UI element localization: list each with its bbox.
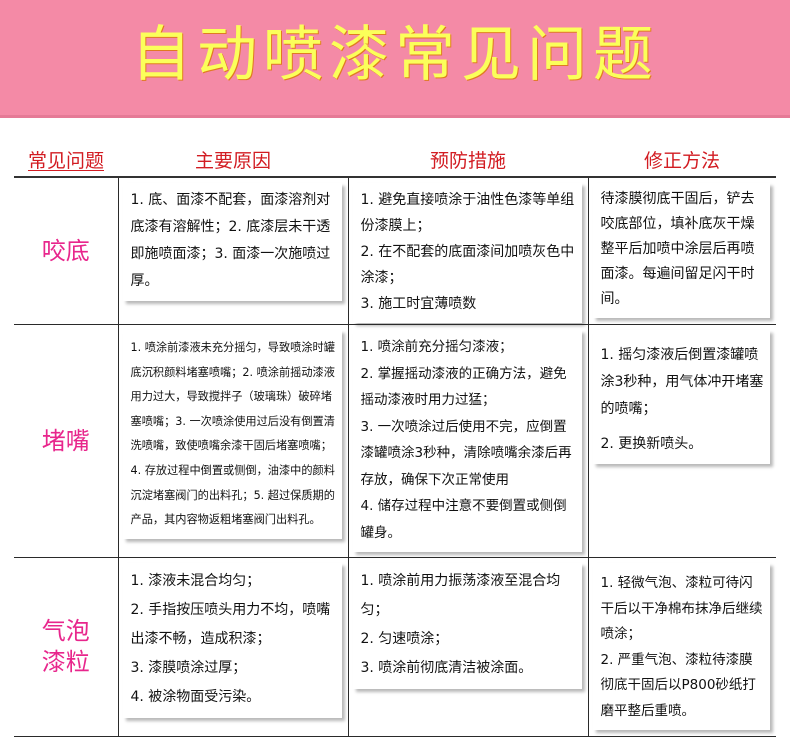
cause-line: 3. 漆膜喷涂过厚；	[130, 660, 247, 676]
cause-cell: 1. 喷涂前漆液未充分摇匀，导致喷涂时罐底沉积颜料堵塞喷嘴；2. 喷涂前摇动漆液…	[117, 324, 349, 558]
fix-line: 1. 摇匀漆液后倒置漆罐喷涂3秒种，用气体冲开堵塞的喷嘴；	[600, 347, 764, 417]
table-row-biting: 咬底 1. 底、面漆不配套，面漆溶剂对底漆有溶解性；2. 底漆层未干透即施喷面漆…	[14, 176, 776, 325]
prevention-line: 3. 一次喷涂过后使用不完，应倒置漆罐喷涂3秒种，清除喷嘴余漆后再存放，确保下次…	[360, 418, 572, 488]
prevention-cell: 1. 喷涂前用力振荡漆液至混合均匀； 2. 匀速喷涂； 3. 喷涂前彻底清洁被涂…	[347, 557, 589, 737]
prevention-line: 1. 喷涂前用力振荡漆液至混合均匀；	[360, 573, 561, 618]
table-row-bubbles: 气泡漆粒 1. 漆液未混合均匀； 2. 手指按压喷头用力不均，喷嘴出漆不畅，造成…	[14, 557, 776, 737]
cause-line: 1. 漆液未混合均匀；	[130, 573, 261, 589]
fix-line: 2. 严重气泡、漆粒待漆膜彻底干固后以P800砂纸打磨平整后重喷。	[600, 651, 756, 719]
faq-table: 常见问题 主要原因 预防措施 修正方法 咬底 1. 底、面漆不配套，面漆溶剂对底…	[14, 142, 776, 737]
cause-cell: 1. 底、面漆不配套，面漆溶剂对底漆有溶解性；2. 底漆层未干透即施喷面漆；3.…	[117, 176, 349, 325]
cause-line: 2. 手指按压喷头用力不均，喷嘴出漆不畅，造成积漆；	[130, 602, 331, 647]
cause-box: 1. 底、面漆不配套，面漆溶剂对底漆有溶解性；2. 底漆层未干透即施喷面漆；3.…	[122, 183, 342, 301]
fix-box: 待漆膜彻底干固后，铲去咬底部位，填补底灰干燥整平后加喷中涂层后再喷面漆。每遍间留…	[592, 183, 770, 318]
fix-line: 1. 轻微气泡、漆粒可待闪干后以干净棉布抹净后继续喷涂；	[600, 575, 763, 642]
cause-cell: 1. 漆液未混合均匀； 2. 手指按压喷头用力不均，喷嘴出漆不畅，造成积漆； 3…	[117, 557, 349, 737]
header-problem: 常见问题	[14, 142, 118, 178]
fix-box: 1. 摇匀漆液后倒置漆罐喷涂3秒种，用气体冲开堵塞的喷嘴； 2. 更换新喷头。	[592, 330, 770, 464]
prevention-line: 2. 在不配套的底面漆间加喷灰色中涂漆；	[360, 244, 575, 286]
prevention-box: 1. 喷涂前充分摇匀漆液； 2. 掌握摇动漆液的正确方法，避免摇动漆液时用力过猛…	[352, 330, 582, 552]
fix-cell: 1. 摇匀漆液后倒置漆罐喷涂3秒种，用气体冲开堵塞的喷嘴； 2. 更换新喷头。	[587, 324, 776, 558]
fix-cell: 1. 轻微气泡、漆粒可待闪干后以干净棉布抹净后继续喷涂； 2. 严重气泡、漆粒待…	[587, 557, 776, 737]
prevention-cell: 1. 避免直接喷涂于油性色漆等单组份漆膜上； 2. 在不配套的底面漆间加喷灰色中…	[347, 176, 589, 325]
problem-cell: 堵嘴	[14, 324, 119, 558]
fix-box: 1. 轻微气泡、漆粒可待闪干后以干净棉布抹净后继续喷涂； 2. 严重气泡、漆粒待…	[592, 563, 770, 730]
cause-text: 1. 底、面漆不配套，面漆溶剂对底漆有溶解性；2. 底漆层未干透即施喷面漆；3.…	[130, 192, 331, 289]
prevention-line: 1. 避免直接喷涂于油性色漆等单组份漆膜上；	[360, 192, 575, 234]
prevention-box: 1. 喷涂前用力振荡漆液至混合均匀； 2. 匀速喷涂； 3. 喷涂前彻底清洁被涂…	[352, 563, 582, 689]
problem-cell: 气泡漆粒	[14, 557, 119, 737]
prevention-line: 1. 喷涂前充分摇匀漆液；	[360, 339, 513, 355]
cause-box: 1. 喷涂前漆液未充分摇匀，导致喷涂时罐底沉积颜料堵塞喷嘴；2. 喷涂前摇动漆液…	[122, 330, 342, 539]
prevention-line: 3. 施工时宜薄喷数	[360, 296, 477, 312]
table-header-row: 常见问题 主要原因 预防措施 修正方法	[14, 142, 776, 178]
fix-cell: 待漆膜彻底干固后，铲去咬底部位，填补底灰干燥整平后加喷中涂层后再喷面漆。每遍间留…	[587, 176, 776, 325]
header-prevention: 预防措施	[348, 142, 588, 178]
prevention-line: 3. 喷涂前彻底清洁被涂面。	[360, 660, 533, 676]
header-fix: 修正方法	[588, 142, 776, 178]
problem-cell: 咬底	[14, 176, 119, 325]
problem-label: 气泡漆粒	[41, 617, 90, 676]
faq-table-container: 常见问题 主要原因 预防措施 修正方法 咬底 1. 底、面漆不配套，面漆溶剂对底…	[14, 142, 776, 737]
cause-text: 1. 喷涂前漆液未充分摇匀，导致喷涂时罐底沉积颜料堵塞喷嘴；2. 喷涂前摇动漆液…	[130, 341, 335, 527]
cause-line: 4. 被涂物面受污染。	[130, 689, 261, 705]
fix-line: 2. 更换新喷头。	[600, 436, 703, 452]
title-banner: 自动喷漆常见问题	[0, 0, 790, 118]
fix-text: 待漆膜彻底干固后，铲去咬底部位，填补底灰干燥整平后加喷中涂层后再喷面漆。每遍间留…	[600, 191, 755, 307]
prevention-box: 1. 避免直接喷涂于油性色漆等单组份漆膜上； 2. 在不配套的底面漆间加喷灰色中…	[352, 183, 582, 323]
prevention-cell: 1. 喷涂前充分摇匀漆液； 2. 掌握摇动漆液的正确方法，避免摇动漆液时用力过猛…	[347, 324, 589, 558]
header-cause: 主要原因	[118, 142, 348, 178]
prevention-line: 2. 匀速喷涂；	[360, 631, 449, 647]
table-row-clogging: 堵嘴 1. 喷涂前漆液未充分摇匀，导致喷涂时罐底沉积颜料堵塞喷嘴；2. 喷涂前摇…	[14, 324, 776, 558]
cause-box: 1. 漆液未混合均匀； 2. 手指按压喷头用力不均，喷嘴出漆不畅，造成积漆； 3…	[122, 563, 342, 718]
prevention-line: 2. 掌握摇动漆液的正确方法，避免摇动漆液时用力过猛；	[360, 365, 567, 409]
prevention-line: 4. 储存过程中注意不要倒置或侧倒罐身。	[360, 498, 567, 541]
page-title: 自动喷漆常见问题	[131, 20, 659, 90]
